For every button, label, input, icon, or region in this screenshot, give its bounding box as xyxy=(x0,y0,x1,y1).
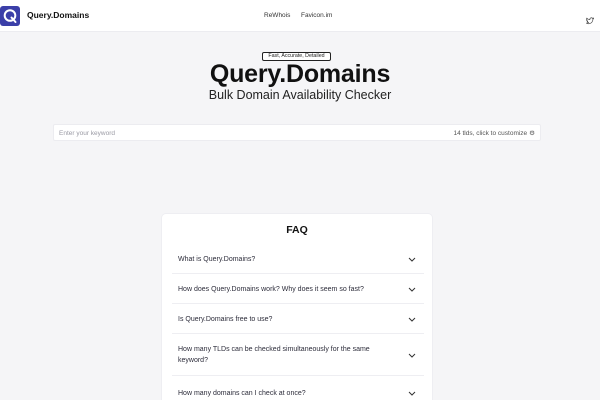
faq-title: FAQ xyxy=(286,224,308,236)
chevron-down-icon xyxy=(408,257,416,262)
brand-name[interactable]: Query.Domains xyxy=(27,10,89,20)
faq-question: What is Query.Domains? xyxy=(178,256,256,263)
twitter-icon[interactable] xyxy=(586,12,594,25)
faq-question: Is Query.Domains free to use? xyxy=(178,316,273,323)
faq-item[interactable]: How many domains can I check at once? xyxy=(172,376,424,400)
faq-item[interactable]: How does Query.Domains work? Why does it… xyxy=(172,274,424,304)
gear-icon: ⚙ xyxy=(529,130,535,137)
faq-question: How many TLDs can be checked simultaneou… xyxy=(178,346,370,364)
faq-question: How does Query.Domains work? Why does it… xyxy=(178,286,364,293)
nav-link-rewhois[interactable]: ReWhois xyxy=(264,12,290,19)
faq-question: How many domains can I check at once? xyxy=(178,390,306,397)
chevron-down-icon xyxy=(408,317,416,322)
top-header: Query.Domains ReWhois Favicon.im xyxy=(0,0,600,32)
page-title: Query.Domains xyxy=(209,60,391,88)
search-bar: 14 tlds, click to customize⚙ xyxy=(53,124,541,141)
chevron-down-icon xyxy=(408,287,416,292)
faq-item[interactable]: Is Query.Domains free to use? xyxy=(172,304,424,334)
tld-customize-button[interactable]: 14 tlds, click to customize ⚙ xyxy=(453,129,535,137)
faq-item[interactable]: How many TLDs can be checked simultaneou… xyxy=(172,334,424,376)
chevron-down-icon xyxy=(408,353,416,358)
faq-card: FAQ What is Query.Domains? How does Quer… xyxy=(162,214,432,400)
nav-link-favicon-im[interactable]: Favicon.im xyxy=(301,12,332,19)
chevron-down-icon xyxy=(408,391,416,396)
tld-customize-label: 14 tlds, click to customize xyxy=(453,130,528,137)
faq-item[interactable]: What is Query.Domains? xyxy=(172,246,424,274)
keyword-input[interactable] xyxy=(59,127,359,139)
page-subtitle: Bulk Domain Availability Checker xyxy=(208,88,392,102)
logo-icon[interactable] xyxy=(0,6,20,26)
